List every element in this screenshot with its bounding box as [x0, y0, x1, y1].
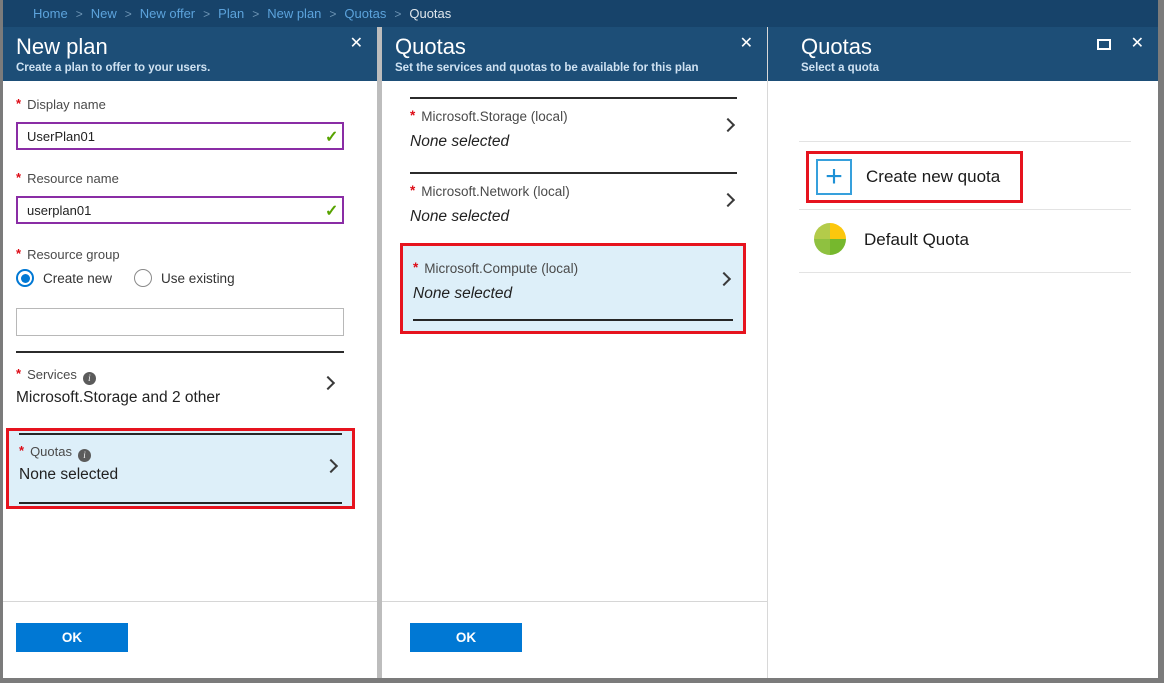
compute-row-label: * Microsoft.Compute (local)	[413, 260, 579, 276]
breadcrumb-item-new[interactable]: New	[91, 6, 117, 21]
chevron-right-icon[interactable]	[716, 271, 732, 287]
quotas-services-blade-body: * Microsoft.Storage (local) None selecte…	[382, 81, 767, 678]
blade-subtitle: Select a quota	[801, 62, 879, 74]
blade-subtitle: Create a plan to offer to your users.	[16, 62, 211, 74]
use-existing-radio[interactable]	[134, 269, 153, 287]
breadcrumb-item-quotas[interactable]: Quotas	[344, 6, 386, 21]
row-divider	[410, 172, 737, 174]
blade-title: New plan	[16, 34, 108, 59]
use-existing-radio-label[interactable]: Use existing	[161, 271, 235, 286]
required-marker: *	[16, 246, 22, 261]
quota-pie-icon	[814, 223, 846, 255]
breadcrumb-item-new-offer[interactable]: New offer	[140, 6, 195, 21]
row-divider	[19, 502, 342, 504]
required-marker: *	[16, 96, 22, 111]
chevron-right-icon[interactable]	[323, 458, 339, 474]
services-value[interactable]: Microsoft.Storage and 2 other	[16, 389, 220, 407]
ok-button[interactable]: OK	[410, 623, 522, 652]
breadcrumb-separator: >	[329, 6, 337, 21]
footer-divider	[382, 601, 767, 602]
quotas-services-blade-header: Quotas Set the services and quotas to be…	[382, 27, 767, 81]
network-row-value[interactable]: None selected	[410, 208, 509, 226]
chevron-right-icon[interactable]	[720, 117, 736, 133]
list-divider	[799, 141, 1131, 142]
row-divider	[410, 97, 737, 99]
quotas-picker-highlighted[interactable]: * Quotas None selected	[6, 428, 355, 509]
list-divider	[799, 209, 1131, 210]
breadcrumb-separator: >	[252, 6, 260, 21]
close-icon[interactable]: ✕	[1131, 36, 1144, 52]
resource-group-radio-group: Create new Use existing	[16, 269, 235, 287]
breadcrumb-separator: >	[75, 6, 83, 21]
blade-subtitle: Set the services and quotas to be availa…	[395, 62, 699, 74]
resource-group-label: * Resource group	[16, 246, 120, 262]
quotas-value: None selected	[19, 466, 119, 483]
resource-name-input[interactable]	[16, 196, 344, 224]
window-border	[1158, 0, 1164, 683]
close-icon[interactable]: ✕	[350, 36, 363, 52]
valid-check-icon: ✓	[325, 203, 339, 220]
breadcrumb-item-current: Quotas	[409, 6, 452, 21]
chevron-right-icon[interactable]	[320, 375, 336, 391]
info-icon[interactable]	[77, 448, 91, 462]
storage-row-label: * Microsoft.Storage (local)	[410, 108, 568, 124]
footer-divider	[3, 601, 377, 602]
maximize-icon[interactable]	[1097, 39, 1111, 50]
list-divider	[799, 272, 1131, 273]
breadcrumb-item-new-plan[interactable]: New plan	[267, 6, 321, 21]
ok-button[interactable]: OK	[16, 623, 128, 652]
storage-row-value[interactable]: None selected	[410, 133, 509, 151]
required-marker: *	[410, 108, 416, 123]
quotas-label: * Quotas	[19, 443, 91, 462]
breadcrumb-bar: Home > New > New offer > Plan > New plan…	[3, 0, 1158, 27]
required-marker: *	[413, 260, 419, 275]
display-name-label: * Display name	[16, 96, 106, 112]
required-marker: *	[410, 183, 416, 198]
plus-icon: +	[816, 159, 852, 195]
close-icon[interactable]: ✕	[740, 36, 753, 52]
new-plan-blade-header: New plan Create a plan to offer to your …	[3, 27, 377, 81]
breadcrumb-separator: >	[203, 6, 211, 21]
network-row-label: * Microsoft.Network (local)	[410, 183, 570, 199]
window-border	[0, 678, 1164, 683]
blade-title: Quotas	[395, 34, 466, 59]
azure-stack-portal-window: Home > New > New offer > Plan > New plan…	[0, 0, 1164, 683]
compute-row-value: None selected	[413, 285, 513, 302]
breadcrumb-separator: >	[124, 6, 132, 21]
required-marker: *	[16, 170, 22, 185]
default-quota-label: Default Quota	[864, 230, 969, 249]
select-quota-blade-header: Quotas Select a quota ✕	[768, 27, 1158, 81]
breadcrumb-item-plan[interactable]: Plan	[218, 6, 244, 21]
section-divider	[16, 351, 344, 353]
breadcrumb-item-home[interactable]: Home	[33, 6, 68, 21]
resource-name-label: * Resource name	[16, 170, 119, 186]
valid-check-icon: ✓	[325, 129, 339, 146]
new-plan-blade: New plan Create a plan to offer to your …	[3, 27, 377, 678]
create-new-quota-highlighted[interactable]: + Create new quota	[806, 151, 1023, 203]
create-new-radio-label[interactable]: Create new	[43, 271, 112, 286]
new-plan-blade-body: * Display name ✓ * Resource name ✓ * Res…	[3, 81, 377, 678]
window-border	[0, 0, 3, 683]
services-label: * Services	[16, 366, 96, 385]
compute-row-highlighted[interactable]: * Microsoft.Compute (local) None selecte…	[400, 243, 746, 334]
required-marker: *	[19, 443, 25, 458]
select-quota-blade-body: + Create new quota Default Quota	[768, 81, 1158, 678]
new-resource-group-input[interactable]	[16, 308, 344, 336]
select-quota-blade: Quotas Select a quota ✕ + Create new quo…	[767, 27, 1158, 678]
breadcrumb-separator: >	[394, 6, 402, 21]
row-divider	[19, 433, 342, 435]
display-name-input[interactable]	[16, 122, 344, 150]
row-divider	[413, 319, 733, 321]
chevron-right-icon[interactable]	[720, 192, 736, 208]
quotas-services-blade: Quotas Set the services and quotas to be…	[382, 27, 767, 678]
required-marker: *	[16, 366, 22, 381]
create-new-radio[interactable]	[16, 269, 34, 287]
info-icon[interactable]	[82, 371, 96, 385]
create-new-quota-label: Create new quota	[866, 167, 1001, 186]
